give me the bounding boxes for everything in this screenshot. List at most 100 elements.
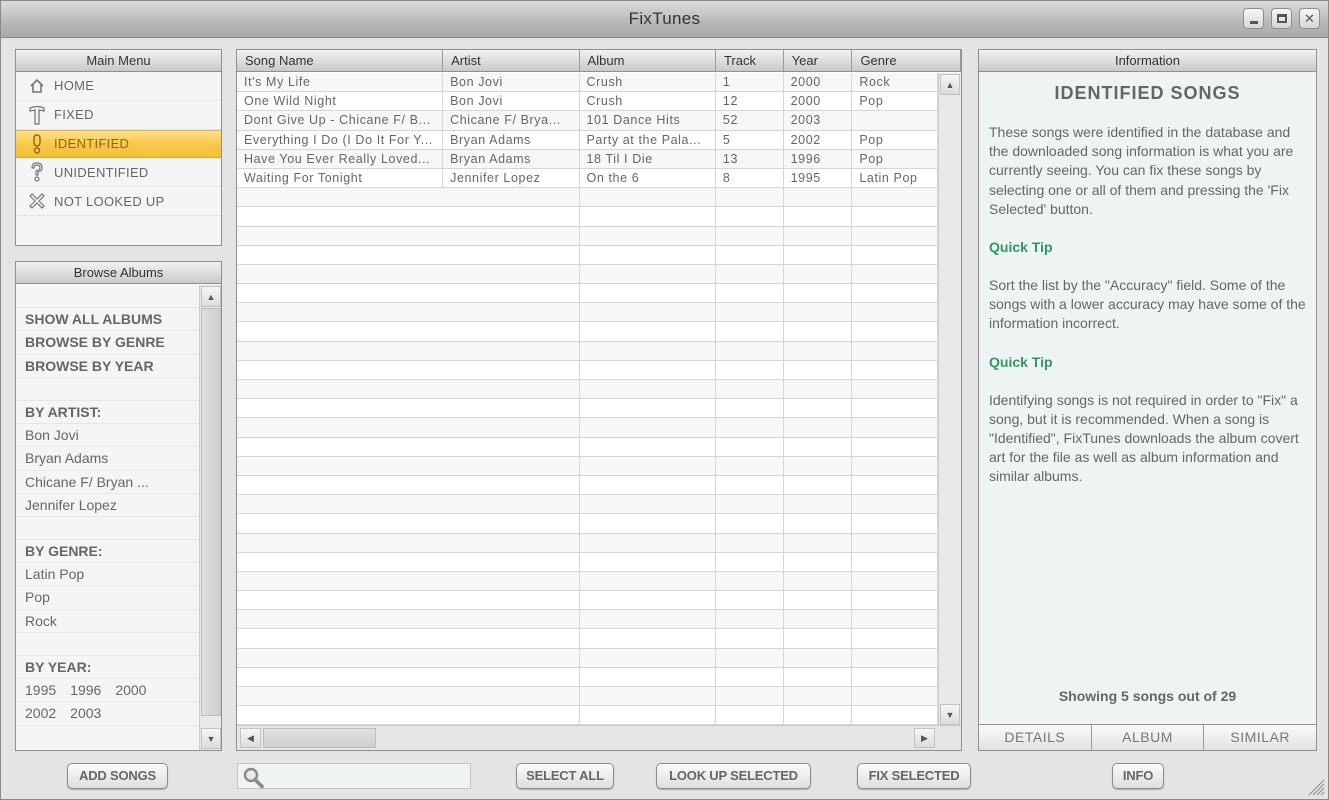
year-link[interactable]: 2002 (25, 702, 56, 725)
menu-item-identified[interactable]: IDENTIFIED (16, 129, 221, 159)
tab-details[interactable]: DETAILS (979, 725, 1092, 750)
fix-selected-button[interactable]: FIX SELECTED (857, 763, 971, 789)
table-cell (852, 591, 938, 610)
scroll-down-button[interactable]: ▼ (940, 704, 960, 725)
minimize-button[interactable] (1243, 8, 1264, 29)
scroll-down-button[interactable]: ▼ (201, 728, 221, 749)
info-button[interactable]: INFO (1112, 763, 1164, 789)
table-cell (580, 475, 716, 495)
table-cell (443, 380, 580, 399)
year-link[interactable]: 2003 (70, 702, 101, 725)
menu-item-fixed[interactable]: FIXED (16, 101, 221, 130)
empty-table-row[interactable] (237, 495, 938, 515)
year-link[interactable]: 1995 (25, 679, 56, 702)
empty-table-row[interactable] (237, 226, 938, 246)
table-cell (237, 629, 443, 647)
select-all-button[interactable]: SELECT ALL (516, 763, 614, 789)
table-cell (443, 207, 580, 226)
table-cell: Everything I Do (I Do It For Y... (237, 130, 444, 149)
maximize-button[interactable] (1271, 8, 1292, 29)
artist-link[interactable]: Bryan Adams (16, 447, 198, 471)
empty-table-row[interactable] (237, 322, 938, 342)
column-header-song-name[interactable]: Song Name (237, 50, 444, 72)
table-horizontal-scrollbar[interactable]: ◀ ▶ (237, 725, 961, 750)
empty-table-row[interactable] (237, 610, 938, 630)
artist-link[interactable]: Jennifer Lopez (16, 494, 198, 517)
year-row: 2002 2003 (16, 702, 198, 726)
empty-table-row[interactable] (237, 380, 938, 400)
look-up-selected-button[interactable]: LOOK UP SELECTED (656, 763, 811, 789)
empty-table-row[interactable] (237, 571, 938, 592)
column-header-genre[interactable]: Genre (852, 50, 961, 72)
table-cell: 101 Dance Hits (580, 111, 716, 130)
empty-table-row[interactable] (237, 456, 938, 476)
empty-table-row[interactable] (237, 188, 938, 208)
empty-table-row[interactable] (237, 341, 938, 361)
empty-table-row[interactable] (237, 284, 938, 304)
menu-item-home[interactable]: HOME (16, 72, 221, 101)
empty-table-row[interactable] (237, 303, 938, 323)
empty-table-row[interactable] (237, 533, 938, 553)
empty-table-row[interactable] (237, 245, 938, 265)
table-cell (580, 437, 716, 456)
empty-table-row[interactable] (237, 207, 938, 227)
table-row[interactable]: Have You Ever Really Loved... Bryan Adams… (237, 149, 938, 169)
empty-table-row[interactable] (237, 437, 938, 457)
tab-album[interactable]: ALBUM (1091, 725, 1205, 750)
browse-by-year-link[interactable]: BROWSE BY YEAR (16, 355, 198, 378)
scroll-thumb[interactable] (201, 308, 221, 716)
empty-table-row[interactable] (237, 514, 938, 534)
table-body: It's My Life Bon Jovi Crush 1 2000 Rock One Wi… (237, 73, 938, 726)
empty-table-row[interactable] (237, 264, 938, 285)
empty-table-row[interactable] (237, 475, 938, 496)
empty-table-row[interactable] (237, 399, 938, 419)
column-header-year[interactable]: Year (784, 50, 853, 72)
artist-link[interactable]: Chicane F/ Bryan ... (16, 471, 198, 494)
table-cell: 52 (716, 111, 784, 130)
empty-table-row[interactable] (237, 360, 938, 380)
close-button[interactable]: ✕ (1299, 8, 1320, 29)
column-header-track[interactable]: Track (716, 50, 784, 72)
table-cell (852, 188, 938, 207)
browse-by-genre-link[interactable]: BROWSE BY GENRE (16, 331, 198, 355)
table-row[interactable]: One Wild Night Bon Jovi Crush 12 2000 Pop (237, 92, 938, 112)
menu-item-unidentified[interactable]: UNIDENTIFIED (16, 158, 221, 188)
title-bar[interactable]: FixTunes ✕ (1, 1, 1328, 38)
scroll-up-button[interactable]: ▲ (201, 286, 221, 307)
column-header-artist[interactable]: Artist (443, 50, 580, 72)
year-link[interactable]: 1996 (70, 679, 101, 702)
table-vertical-scrollbar[interactable]: ▲ ▼ (938, 73, 961, 726)
menu-item-not-looked-up[interactable]: NOT LOOKED UP (16, 187, 221, 216)
scroll-right-button[interactable]: ▶ (914, 728, 935, 748)
empty-table-row[interactable] (237, 418, 938, 438)
genre-link[interactable]: Pop (16, 586, 198, 610)
year-link[interactable]: 2000 (115, 679, 146, 702)
empty-table-row[interactable] (237, 667, 938, 687)
scroll-up-button[interactable]: ▲ (940, 74, 960, 95)
show-all-albums-link[interactable]: SHOW ALL ALBUMS (16, 308, 198, 332)
table-cell: 2000 (784, 92, 853, 111)
empty-table-row[interactable] (237, 706, 938, 726)
table-row[interactable]: Everything I Do (I Do It For Y... Bryan A… (237, 130, 938, 150)
empty-table-row[interactable] (237, 648, 938, 668)
table-row[interactable]: Dont Give Up - Chicane F/ B... Chicane F/… (237, 111, 938, 131)
tab-similar[interactable]: SIMILAR (1204, 725, 1317, 750)
table-row[interactable]: It's My Life Bon Jovi Crush 1 2000 Rock (237, 73, 938, 93)
song-table: Song Name Artist Album Track Year Genre … (236, 49, 962, 751)
scroll-thumb[interactable] (263, 728, 376, 748)
add-songs-button[interactable]: ADD SONGS (67, 763, 168, 789)
empty-table-row[interactable] (237, 629, 938, 649)
empty-table-row[interactable] (237, 552, 938, 572)
search-input[interactable] (268, 766, 466, 786)
column-header-album[interactable]: Album (580, 50, 716, 72)
genre-link[interactable]: Latin Pop (16, 563, 198, 587)
browse-albums-scrollbar[interactable]: ▲ ▼ (199, 285, 221, 750)
genre-link[interactable]: Rock (16, 610, 198, 633)
table-cell (237, 706, 443, 724)
scroll-left-button[interactable]: ◀ (240, 728, 261, 748)
table-row[interactable]: Waiting For Tonight Jennifer Lopez On the … (237, 168, 938, 189)
empty-table-row[interactable] (237, 591, 938, 611)
empty-table-row[interactable] (237, 687, 938, 707)
resize-grip-icon[interactable] (1303, 774, 1325, 796)
artist-link[interactable]: Bon Jovi (16, 424, 198, 448)
